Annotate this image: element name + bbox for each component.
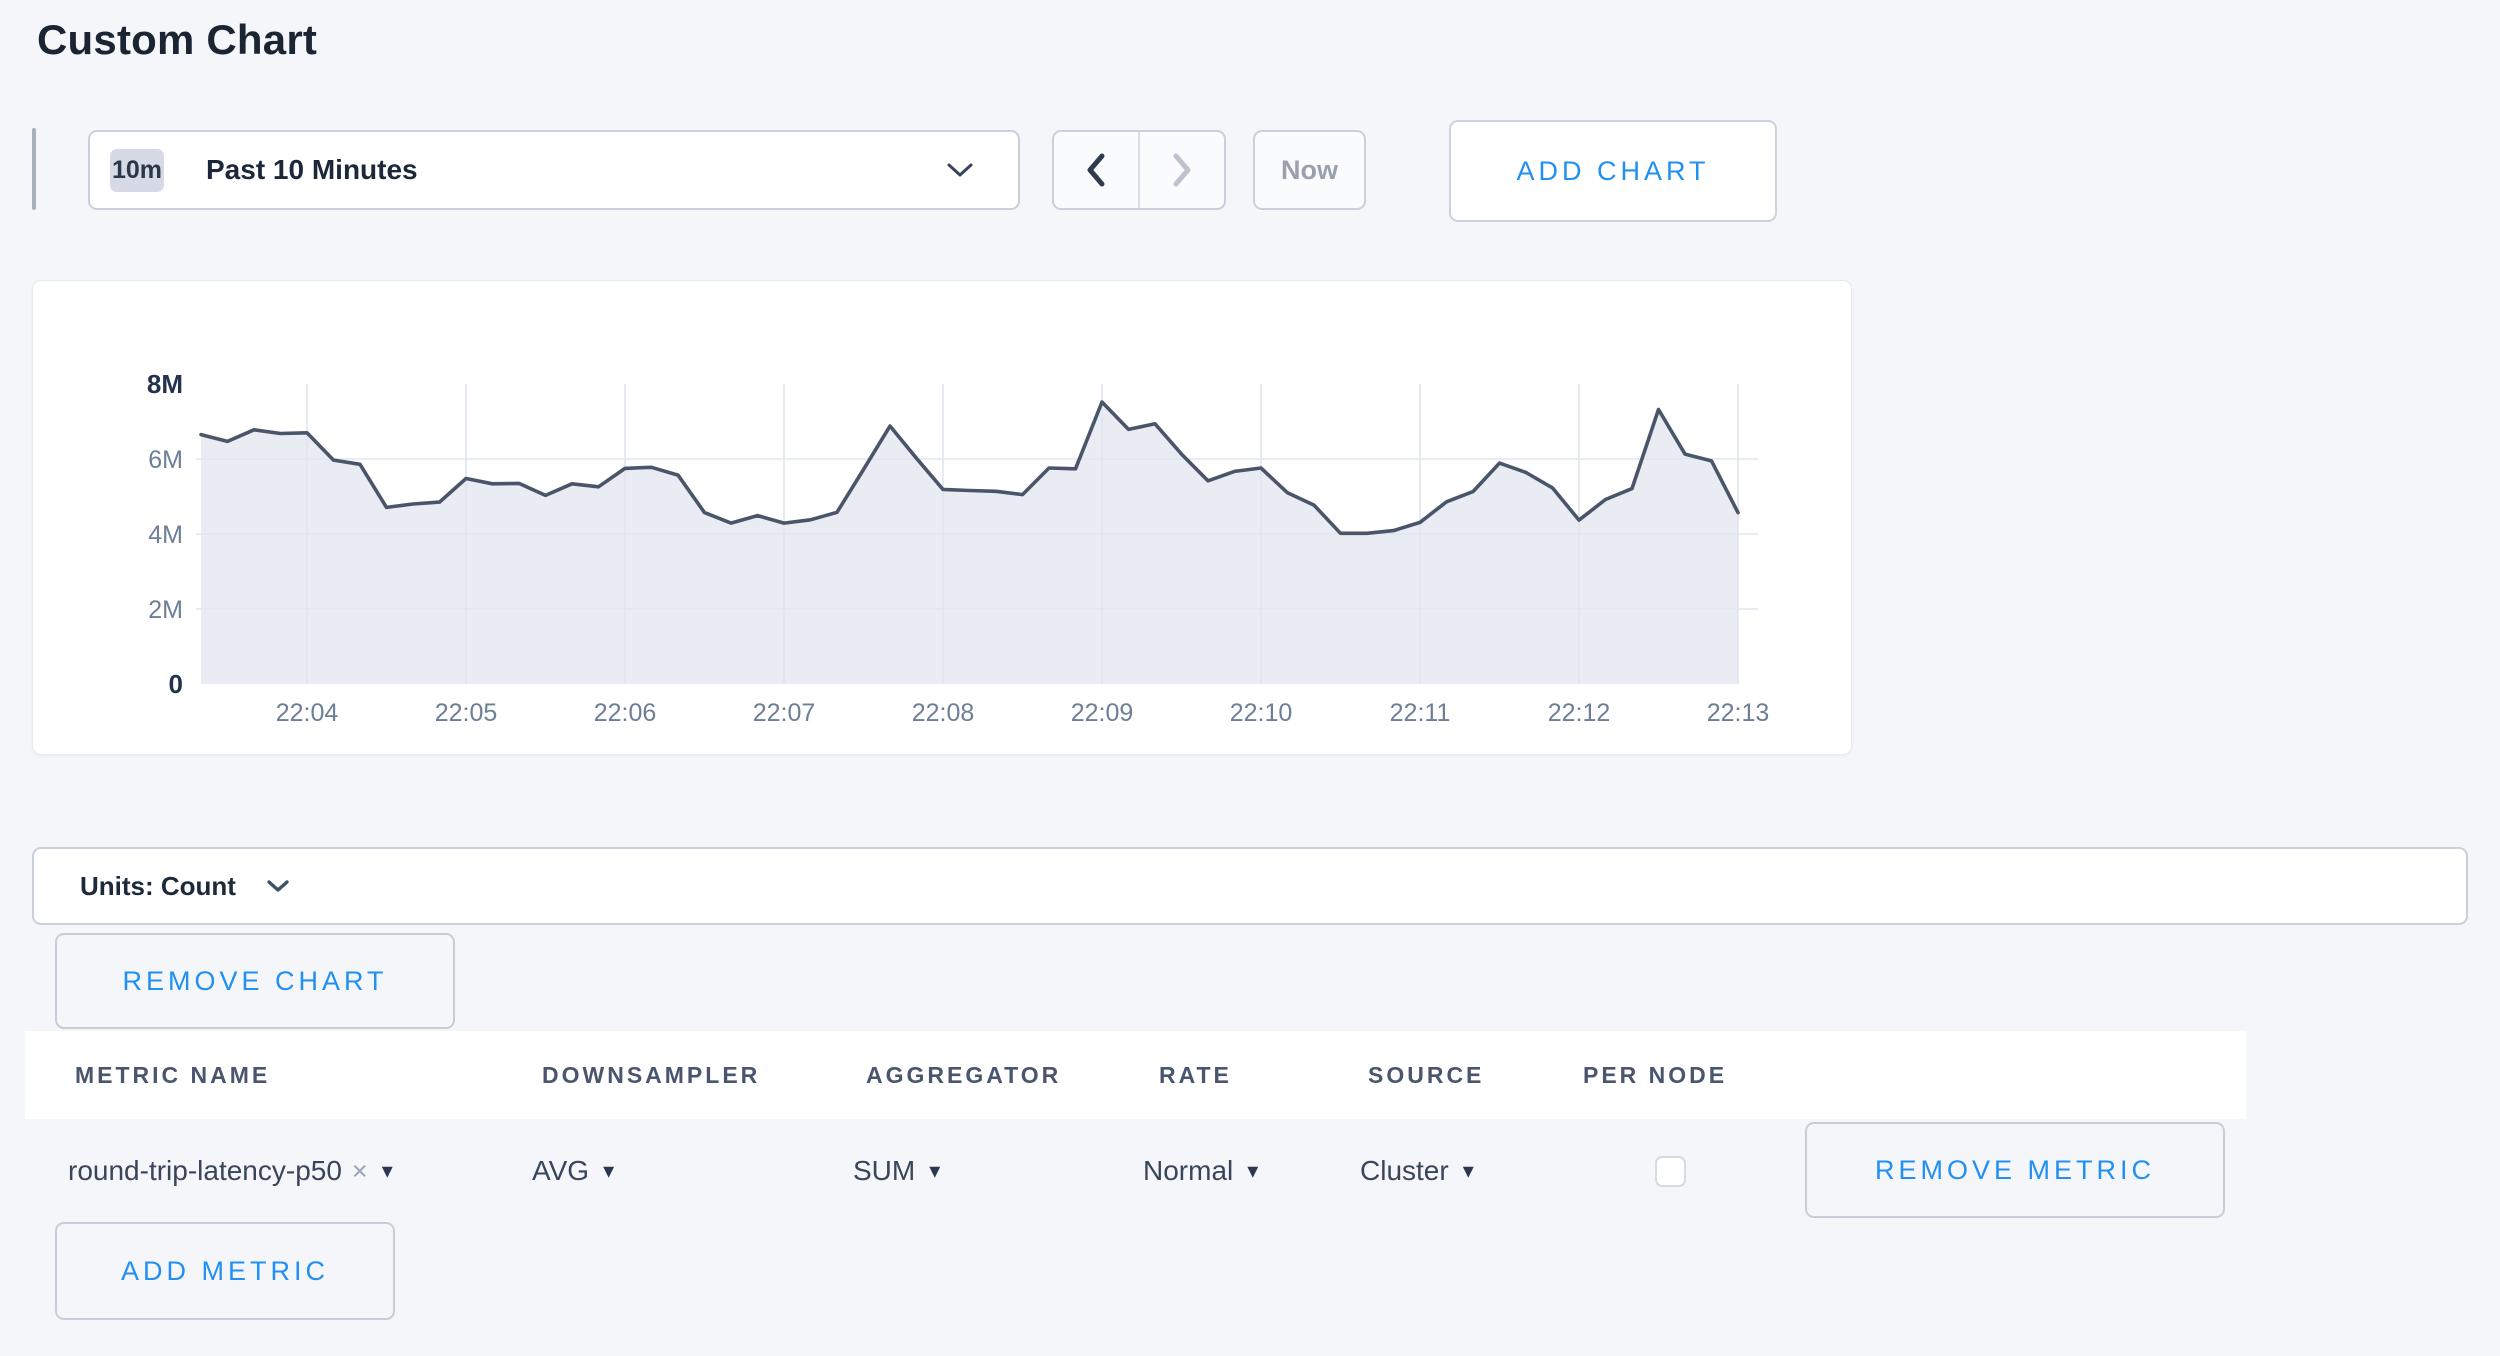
x-axis-tick-label: 22:08: [912, 699, 975, 727]
source-dropdown[interactable]: Cluster ▾: [1360, 1119, 1474, 1223]
y-axis-tick-label: 4M: [148, 521, 183, 549]
aggregator-value: SUM: [853, 1155, 915, 1187]
toolbar-divider: [32, 128, 36, 210]
downsampler-value: AVG: [532, 1155, 589, 1187]
caret-down-icon: ▾: [1247, 1158, 1258, 1184]
next-time-button[interactable]: [1140, 132, 1224, 208]
source-value: Cluster: [1360, 1155, 1449, 1187]
column-header-aggregator: AGGREGATOR: [866, 1031, 1061, 1119]
time-nav-group: [1052, 130, 1226, 210]
x-axis-tick-label: 22:12: [1548, 699, 1611, 727]
column-header-per-node: PER NODE: [1583, 1031, 1727, 1119]
x-axis-tick-label: 22:06: [594, 699, 657, 727]
chart-card: 0 2M 4M 6M 8M 22:04 22:05 22:06 22:07 22:08 22:09 2…: [32, 280, 1852, 755]
units-label: Units: Count: [80, 871, 236, 902]
time-range-dropdown[interactable]: 10m Past 10 Minutes: [88, 130, 1020, 210]
metric-name-dropdown[interactable]: round-trip-latency-p50 × ▾: [68, 1119, 393, 1223]
rate-dropdown[interactable]: Normal ▾: [1143, 1119, 1258, 1223]
chevron-down-icon: [266, 879, 290, 893]
page-title: Custom Chart: [37, 16, 317, 64]
per-node-checkbox[interactable]: [1655, 1156, 1686, 1187]
metric-name-value: round-trip-latency-p50: [68, 1155, 342, 1187]
remove-metric-button[interactable]: REMOVE METRIC: [1805, 1122, 2225, 1218]
column-header-downsampler: DOWNSAMPLER: [542, 1031, 760, 1119]
x-axis-tick-label: 22:04: [276, 699, 339, 727]
metrics-table-header: METRIC NAME DOWNSAMPLER AGGREGATOR RATE …: [25, 1031, 2246, 1119]
x-axis-tick-label: 22:13: [1707, 699, 1770, 727]
x-axis-tick-label: 22:07: [753, 699, 816, 727]
x-axis-tick-label: 22:11: [1390, 699, 1451, 727]
rate-value: Normal: [1143, 1155, 1233, 1187]
column-header-source: SOURCE: [1368, 1031, 1484, 1119]
now-button[interactable]: Now: [1253, 130, 1366, 210]
chevron-down-icon: [946, 162, 974, 178]
caret-down-icon: ▾: [603, 1158, 614, 1184]
y-axis-tick-label: 8M: [147, 369, 183, 399]
chevron-left-icon: [1085, 152, 1107, 188]
units-dropdown[interactable]: Units: Count: [32, 847, 2468, 925]
downsampler-dropdown[interactable]: AVG ▾: [532, 1119, 614, 1223]
x-axis-tick-label: 22:09: [1071, 699, 1134, 727]
clear-metric-icon[interactable]: ×: [352, 1156, 368, 1187]
caret-down-icon: ▾: [929, 1158, 940, 1184]
y-axis-tick-label: 0: [169, 669, 183, 699]
add-metric-button[interactable]: ADD METRIC: [55, 1222, 395, 1320]
column-header-rate: RATE: [1159, 1031, 1232, 1119]
aggregator-dropdown[interactable]: SUM ▾: [853, 1119, 940, 1223]
y-axis-tick-label: 2M: [148, 596, 183, 624]
remove-chart-button[interactable]: REMOVE CHART: [55, 933, 455, 1029]
prev-time-button[interactable]: [1054, 132, 1140, 208]
add-chart-button[interactable]: ADD CHART: [1449, 120, 1777, 222]
caret-down-icon: ▾: [1463, 1158, 1474, 1184]
x-axis-tick-label: 22:05: [435, 699, 498, 727]
chevron-right-icon: [1171, 152, 1193, 188]
x-axis-tick-label: 22:10: [1230, 699, 1293, 727]
metric-row: round-trip-latency-p50 × ▾ AVG ▾ SUM ▾ N…: [25, 1119, 2465, 1223]
column-header-metric-name: METRIC NAME: [75, 1031, 270, 1119]
time-range-badge: 10m: [110, 149, 164, 192]
caret-down-icon: ▾: [382, 1158, 393, 1184]
time-range-label: Past 10 Minutes: [206, 154, 418, 186]
custom-chart-page: Custom Chart 10m Past 10 Minutes Now ADD…: [0, 0, 2500, 1356]
metric-area-chart: 0 2M 4M 6M 8M 22:04 22:05 22:06 22:07 22:08 22:09 2…: [33, 281, 1849, 752]
y-axis-tick-label: 6M: [148, 446, 183, 474]
